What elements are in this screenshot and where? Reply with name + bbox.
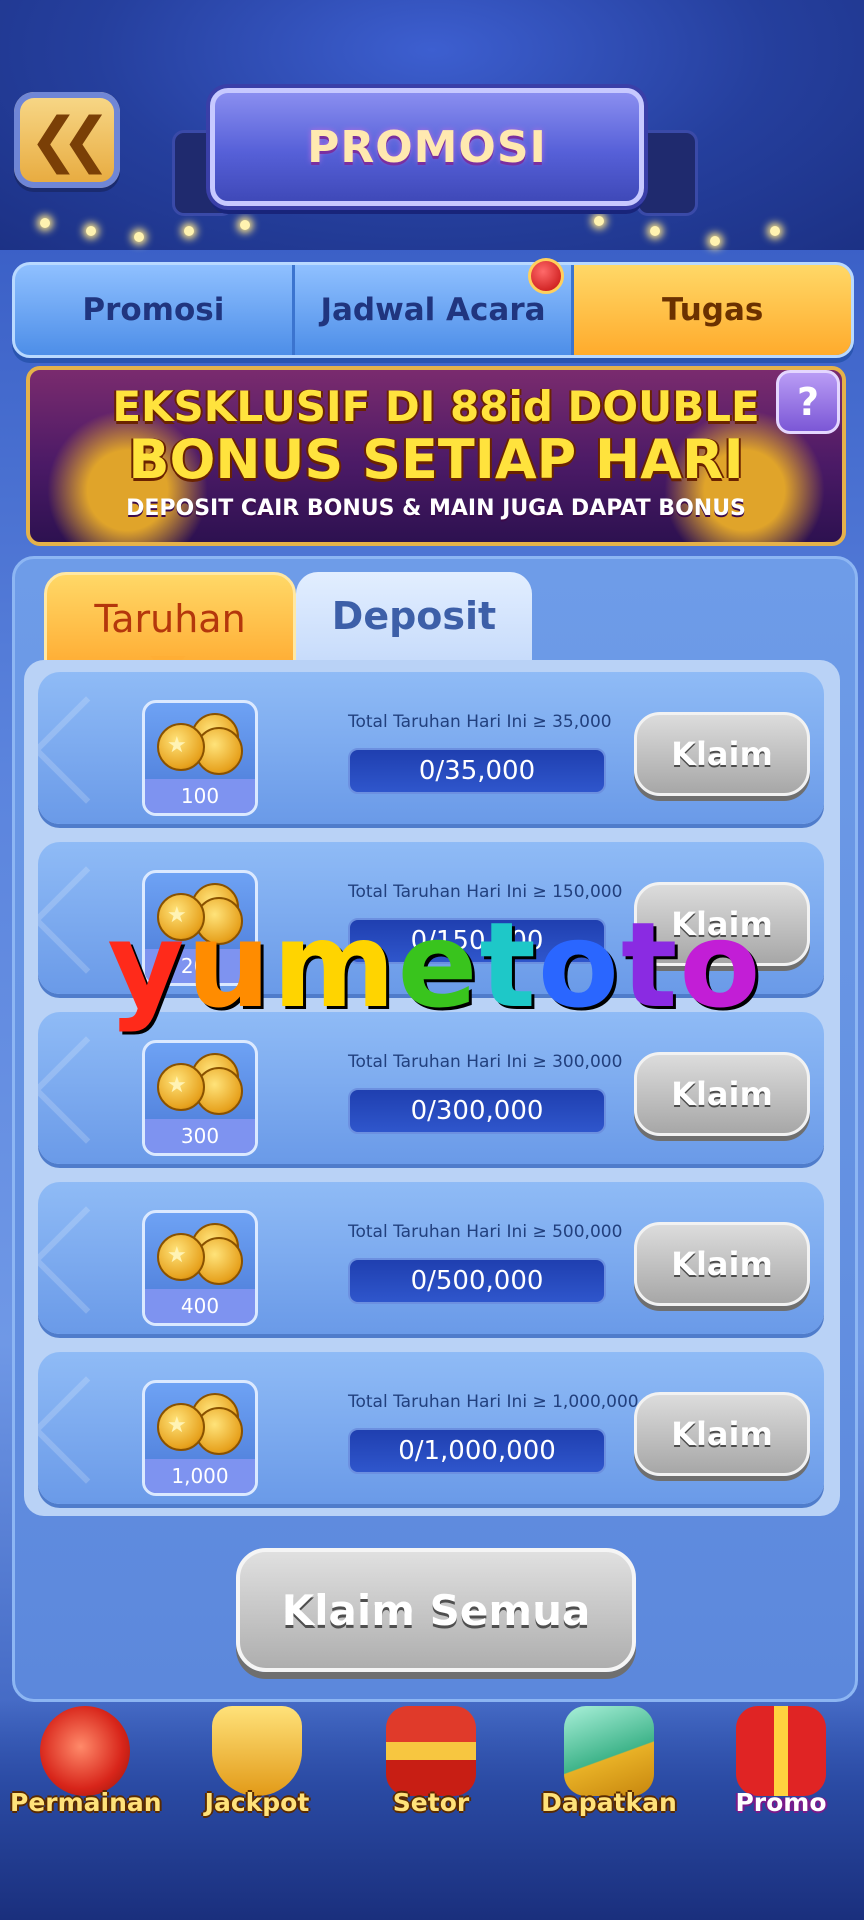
light-bulb-decoration [770, 226, 780, 236]
nav-setor[interactable]: Setor [356, 1700, 506, 1830]
reward-icon-box: ★ 100 [142, 700, 258, 816]
task-requirement: Total Taruhan Hari Ini ≥ 35,000 [348, 712, 612, 732]
watermark-text: yumetoto [70, 890, 800, 1040]
watermark-letter: o [537, 896, 621, 1034]
watermark-letter: y [107, 896, 187, 1034]
light-bulb-decoration [184, 226, 194, 236]
task-requirement: Total Taruhan Hari Ini ≥ 300,000 [348, 1052, 623, 1072]
task-row: ★ 1,000 Total Taruhan Hari Ini ≥ 1,000,0… [38, 1352, 824, 1504]
coins-icon: ★ [155, 1049, 245, 1115]
light-bulb-decoration [134, 232, 144, 242]
reward-icon-box: ★ 400 [142, 1210, 258, 1326]
light-bulb-decoration [710, 236, 720, 246]
task-row: ★ 100 Total Taruhan Hari Ini ≥ 35,000 0/… [38, 672, 824, 824]
subtab-taruhan[interactable]: Taruhan [44, 572, 296, 666]
nav-label: Setor [392, 1788, 470, 1817]
question-mark-icon: ? [796, 380, 820, 424]
subtab-deposit[interactable]: Deposit [296, 572, 532, 660]
promo-banner[interactable]: EKSKLUSIF DI 88id DOUBLE BONUS SETIAP HA… [26, 366, 846, 546]
task-row: ★ 400 Total Taruhan Hari Ini ≥ 500,000 0… [38, 1182, 824, 1334]
light-bulb-decoration [40, 218, 50, 228]
nav-dapatkan[interactable]: Dapatkan [534, 1700, 684, 1830]
watermark-letter: u [186, 896, 273, 1034]
banner-headline: EKSKLUSIF DI 88id DOUBLE [112, 382, 760, 431]
title-plate: PROMOSI [210, 88, 644, 206]
task-requirement: Total Taruhan Hari Ini ≥ 500,000 [348, 1222, 623, 1242]
help-button[interactable]: ? [776, 370, 840, 434]
nav-label: Promo [735, 1788, 827, 1817]
treasure-chest-icon [386, 1706, 476, 1796]
tab-promosi[interactable]: Promosi [15, 265, 295, 355]
watermark-letter: o [679, 896, 763, 1034]
notification-dot [528, 258, 564, 294]
claim-button[interactable]: Klaim [634, 1222, 810, 1306]
light-bulb-decoration [650, 226, 660, 236]
coins-icon: ★ [155, 1219, 245, 1285]
page-title: PROMOSI [307, 121, 547, 173]
nav-label: Jackpot [204, 1788, 310, 1817]
light-bulb-decoration [240, 220, 250, 230]
reward-amount: 400 [145, 1289, 255, 1323]
slot-machine-icon [40, 1706, 130, 1796]
banner-caption: DEPOSIT CAIR BONUS & MAIN JUGA DAPAT BON… [126, 496, 746, 521]
nav-permainan[interactable]: Permainan [10, 1700, 162, 1830]
watermark-letter: m [272, 896, 398, 1034]
light-bulb-decoration [594, 216, 604, 226]
watermark-letter: e [397, 896, 480, 1034]
task-requirement: Total Taruhan Hari Ini ≥ 1,000,000 [348, 1392, 639, 1412]
watermark-letter: t [479, 896, 538, 1034]
reward-amount: 100 [145, 779, 255, 813]
banner-subheadline: BONUS SETIAP HARI [128, 428, 744, 491]
claim-button[interactable]: Klaim [634, 712, 810, 796]
light-bulb-decoration [86, 226, 96, 236]
speaker-decoration-right [636, 130, 698, 216]
claim-button[interactable]: Klaim [634, 1392, 810, 1476]
nav-label: Dapatkan [541, 1788, 677, 1817]
trophy-icon [212, 1706, 302, 1796]
top-tab-bar: Promosi Jadwal Acara Tugas [12, 262, 854, 358]
task-progress: 0/500,000 [348, 1258, 606, 1304]
reward-amount: 1,000 [145, 1459, 255, 1493]
coins-icon: ★ [155, 1389, 245, 1455]
nav-promo[interactable]: Promo [706, 1700, 856, 1830]
claim-all-button[interactable]: Klaim Semua [236, 1548, 636, 1672]
gift-box-icon [736, 1706, 826, 1796]
tab-tugas[interactable]: Tugas [574, 265, 851, 355]
watermark-letter: t [620, 896, 680, 1034]
reward-icon-box: ★ 1,000 [142, 1380, 258, 1496]
claim-button[interactable]: Klaim [634, 1052, 810, 1136]
nav-jackpot[interactable]: Jackpot [182, 1700, 332, 1830]
reward-icon-box: ★ 300 [142, 1040, 258, 1156]
back-button[interactable]: ❮❮ [14, 92, 120, 188]
nav-label: Permainan [10, 1788, 162, 1817]
double-chevron-left-icon: ❮❮ [28, 105, 111, 175]
task-progress: 0/35,000 [348, 748, 606, 794]
phone-coins-icon [564, 1706, 654, 1796]
coins-icon: ★ [155, 709, 245, 775]
task-progress: 0/1,000,000 [348, 1428, 606, 1474]
task-progress: 0/300,000 [348, 1088, 606, 1134]
reward-amount: 300 [145, 1119, 255, 1153]
